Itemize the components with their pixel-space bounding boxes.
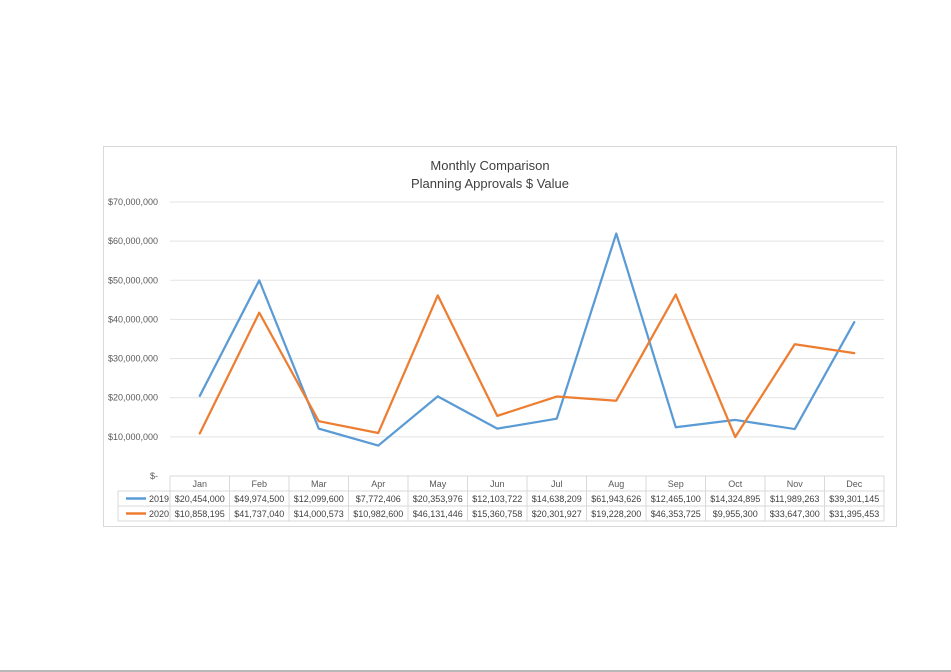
x-category-label: Aug <box>608 479 624 489</box>
data-table-value: $11,989,263 <box>770 494 819 504</box>
data-table-value: $14,324,895 <box>710 494 760 504</box>
series-line-2020 <box>198 293 856 439</box>
x-category-label: Mar <box>311 479 327 489</box>
data-table-value: $61,943,626 <box>591 494 641 504</box>
data-table-value: $41,737,040 <box>234 509 284 519</box>
x-category-label: Dec <box>846 479 863 489</box>
y-tick-label: $20,000,000 <box>108 393 158 403</box>
x-category-label: May <box>429 479 447 489</box>
data-table-value: $15,360,758 <box>472 509 522 519</box>
series-line-2019 <box>198 232 856 447</box>
data-table-value: $20,454,000 <box>175 494 225 504</box>
y-tick-label: $10,000,000 <box>108 432 158 442</box>
data-table-value: $49,974,500 <box>234 494 284 504</box>
data-table-value: $31,395,453 <box>829 509 879 519</box>
data-table-value: $10,858,195 <box>175 509 225 519</box>
data-table-value: $14,638,209 <box>532 494 582 504</box>
x-category-label: Oct <box>728 479 743 489</box>
data-table-value: $20,301,927 <box>532 509 582 519</box>
data-table-value: $20,353,976 <box>413 494 463 504</box>
y-tick-label: $- <box>150 471 158 481</box>
legend-label-2019: 2019 <box>149 494 169 504</box>
data-table-value: $14,000,573 <box>294 509 344 519</box>
y-tick-label: $40,000,000 <box>108 314 158 324</box>
y-tick-label: $30,000,000 <box>108 354 158 364</box>
chart-area: Monthly Comparison Planning Approvals $ … <box>103 146 897 527</box>
data-table-value: $46,353,725 <box>651 509 701 519</box>
x-category-label: Apr <box>371 479 385 489</box>
data-table-value: $46,131,446 <box>413 509 463 519</box>
data-table-value: $12,103,722 <box>472 494 522 504</box>
data-table-value: $12,465,100 <box>651 494 701 504</box>
data-table-value: $19,228,200 <box>591 509 641 519</box>
chart-subtitle: Planning Approvals $ Value <box>411 176 569 191</box>
data-table-value: $12,099,600 <box>294 494 344 504</box>
x-category-label: Jan <box>192 479 207 489</box>
x-category-label: Feb <box>251 479 267 489</box>
legend-label-2020: 2020 <box>149 509 169 519</box>
data-table-value: $9,955,300 <box>713 509 758 519</box>
y-tick-label: $60,000,000 <box>108 236 158 246</box>
data-table-value: $39,301,145 <box>829 494 879 504</box>
y-tick-label: $50,000,000 <box>108 275 158 285</box>
x-category-label: Jun <box>490 479 505 489</box>
data-table-value: $7,772,406 <box>356 494 401 504</box>
chart-title: Monthly Comparison <box>430 158 549 173</box>
x-category-label: Nov <box>787 479 804 489</box>
y-tick-label: $70,000,000 <box>108 197 158 207</box>
x-category-label: Jul <box>551 479 563 489</box>
x-category-label: Sep <box>668 479 684 489</box>
data-table-value: $33,647,300 <box>770 509 820 519</box>
data-table-value: $10,982,600 <box>353 509 403 519</box>
line-chart: Monthly Comparison Planning Approvals $ … <box>108 158 885 522</box>
